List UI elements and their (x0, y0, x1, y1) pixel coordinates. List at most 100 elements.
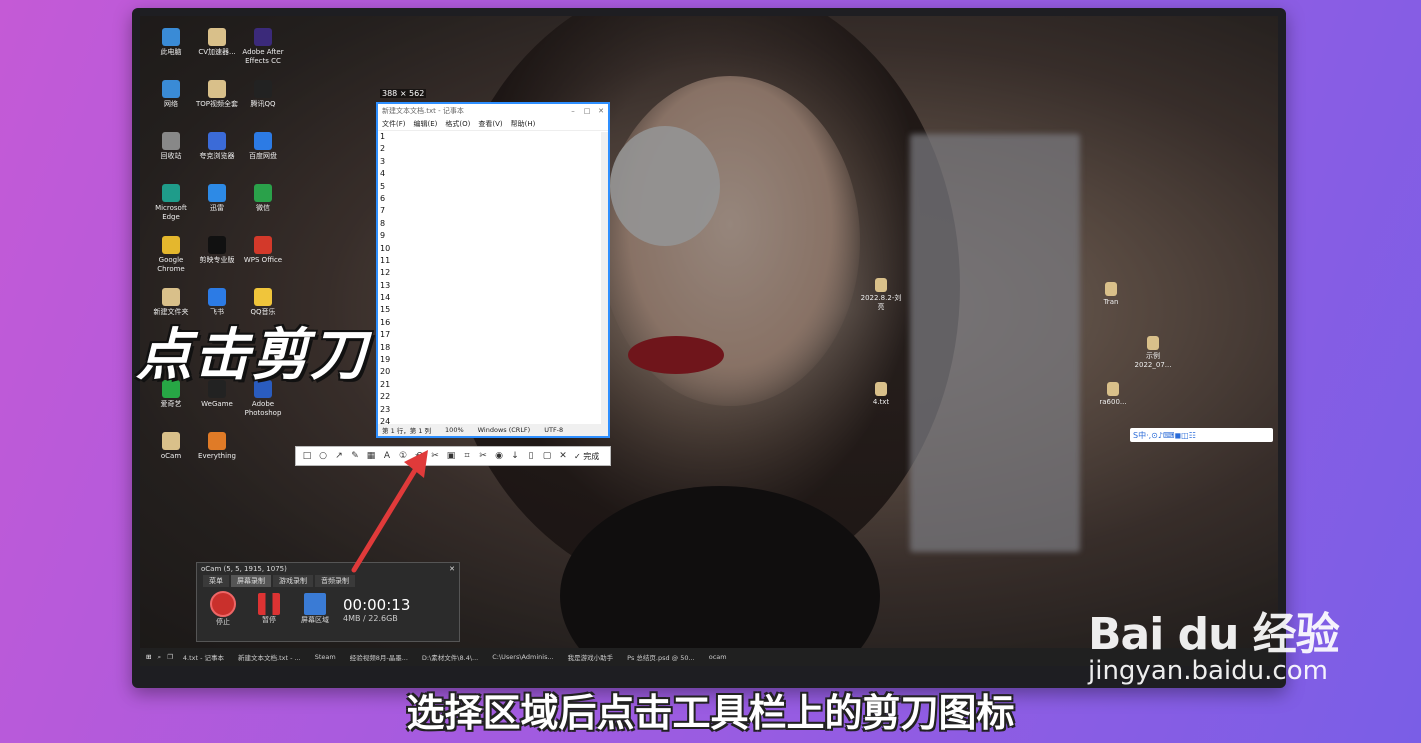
desktop-icon[interactable]: Google Chrome (148, 236, 194, 274)
desktop-icon[interactable]: 迅雷 (194, 184, 240, 213)
done-button[interactable]: ✓ 完成 (574, 451, 599, 462)
task-view-icon[interactable]: ❐ (167, 653, 173, 661)
windows-start-icon[interactable]: ⊞ (146, 653, 151, 661)
pause-label: 暂停 (262, 616, 276, 624)
ocam-readout: 00:00:13 4MB / 22.6GB (343, 596, 410, 623)
step-caption: 点击剪刀 (136, 323, 368, 388)
desktop-icon-label: 剪映专业版 (199, 256, 235, 264)
app-icon (254, 28, 272, 46)
close-icon[interactable]: ✕ (449, 565, 459, 573)
baidu-watermark: Bai du 经验 jingyan.baidu.com (1088, 598, 1340, 686)
app-icon (208, 80, 226, 98)
taskbar-item[interactable]: 新建文本文档.txt - ... (234, 652, 305, 662)
desktop-icon[interactable]: 百度网盘 (240, 132, 286, 161)
desktop-file[interactable]: ra600... (1090, 382, 1136, 407)
desktop-icon[interactable]: CV加速器... (194, 28, 240, 57)
file-label: 2022.8.2-刘亮 (860, 294, 902, 311)
rectangle-icon[interactable]: □ (300, 449, 314, 463)
desktop-file[interactable]: 2022.8.2-刘亮 (858, 278, 904, 312)
screen-area-label: 屏幕区域 (301, 616, 329, 624)
desktop-file[interactable]: Tran (1088, 282, 1134, 307)
ocam-tab[interactable]: 菜单 (203, 575, 229, 587)
file-label: ra600... (1099, 398, 1127, 406)
ocr-icon[interactable]: ⌗ (460, 449, 474, 463)
taskbar-item[interactable]: Steam (311, 653, 340, 661)
desktop-icon-label: 网络 (164, 100, 178, 108)
file-icon (1107, 382, 1119, 396)
copy-icon[interactable]: ▯ (524, 449, 538, 463)
app-icon (208, 132, 226, 150)
cut-icon[interactable]: ✂ (476, 449, 490, 463)
stop-button[interactable]: 停止 (205, 591, 241, 627)
desktop-icon[interactable]: Everything (194, 432, 240, 461)
desktop-file[interactable]: 4.txt (858, 382, 904, 407)
taskbar-item[interactable]: ocam (705, 653, 731, 661)
pause-button[interactable]: 暂停 (251, 593, 287, 625)
app-icon (162, 288, 180, 306)
desktop-icon[interactable]: Adobe After Effects CC (240, 28, 286, 66)
app-icon (162, 184, 180, 202)
desktop-icon[interactable]: 回收站 (148, 132, 194, 161)
app-icon (162, 80, 180, 98)
file-icon (875, 278, 887, 292)
app-icon (208, 288, 226, 306)
taskbar-item[interactable]: Ps 总结页.psd @ 50... (623, 652, 699, 662)
app-icon (162, 236, 180, 254)
taskbar-item[interactable]: D:\素材文件\8.4\... (418, 652, 482, 662)
app-icon (208, 236, 226, 254)
desktop-icon[interactable]: 网络 (148, 80, 194, 109)
record-icon[interactable]: ◉ (492, 449, 506, 463)
desktop-icon[interactable]: 剪映专业版 (194, 236, 240, 265)
desktop-file[interactable]: 示例 2022_07... (1130, 336, 1176, 370)
pin-icon[interactable]: ▣ (444, 449, 458, 463)
pointer-arrow (351, 450, 428, 573)
stop-label: 停止 (216, 618, 230, 626)
app-icon (162, 28, 180, 46)
taskbar-item[interactable]: 我是游戏小助手 (564, 652, 618, 662)
taskbar-item[interactable]: 经验视频8月-晶墨... (346, 652, 412, 662)
taskbar-item[interactable]: 4.txt - 记事本 (179, 652, 228, 662)
desktop-icon[interactable]: TOP视频全套 (194, 80, 240, 109)
desktop-icon-label: TOP视频全套 (195, 100, 238, 108)
desktop-icon-label: 爱奇艺 (160, 400, 182, 408)
desktop-icon[interactable]: 夸克浏览器 (194, 132, 240, 161)
desktop-icon[interactable]: Microsoft Edge (148, 184, 194, 222)
search-icon[interactable]: ⌕ (157, 653, 161, 662)
desktop-icon-label: 夸克浏览器 (199, 152, 235, 160)
screen-area-button[interactable]: 屏幕区域 (297, 593, 333, 625)
desktop-icon[interactable]: 腾讯QQ (240, 80, 286, 109)
download-icon[interactable]: ↓ (508, 449, 522, 463)
desktop-icon-label: Adobe After Effects CC (242, 48, 284, 65)
desktop-icon-label: Microsoft Edge (155, 204, 187, 221)
ime-toolbar[interactable]: S中·,⊙♪⌨◼◫☷ (1130, 428, 1273, 442)
file-label: 示例 2022_07... (1134, 352, 1172, 369)
ocam-tab[interactable]: 屏幕录制 (231, 575, 271, 587)
close-icon[interactable]: ✕ (556, 449, 570, 463)
app-icon (254, 288, 272, 306)
save-icon[interactable]: ▢ (540, 449, 554, 463)
desktop-icon[interactable]: 微信 (240, 184, 286, 213)
desktop-icon-label: Everything (198, 452, 236, 460)
desktop-icon-label: 回收站 (160, 152, 182, 160)
recording-time: 00:00:13 (343, 595, 411, 614)
desktop-icon[interactable]: 此电脑 (148, 28, 194, 57)
monitor-icon (304, 593, 326, 615)
desktop-icon[interactable]: oCam (148, 432, 194, 461)
selection-border[interactable] (376, 102, 610, 438)
ime-label: S中·,⊙♪⌨◼◫☷ (1133, 430, 1196, 440)
desktop-icon-label: 此电脑 (160, 48, 182, 56)
desktop-icon[interactable]: WPS Office (240, 236, 286, 265)
desktop-icon-label: Google Chrome (157, 256, 185, 273)
ellipse-icon[interactable]: ○ (316, 449, 330, 463)
taskbar-item[interactable]: C:\Users\Adminis... (488, 653, 557, 661)
desktop-icon-label: CV加速器... (198, 48, 236, 56)
desktop-icon-label: 迅雷 (210, 204, 224, 212)
file-label: Tran (1103, 298, 1119, 306)
ocam-tab[interactable]: 游戏录制 (273, 575, 313, 587)
recording-size: 4MB / 22.6GB (343, 613, 398, 623)
desktop-icon-label: WeGame (201, 400, 233, 408)
subtitle: 选择区域后点击工具栏上的剪刀图标 (406, 691, 1015, 735)
ocam-controls: 停止 暂停 屏幕区域 00:00:13 4MB / 22.6GB (197, 587, 459, 631)
app-icon (208, 28, 226, 46)
desktop-icon-label: 百度网盘 (249, 152, 277, 160)
